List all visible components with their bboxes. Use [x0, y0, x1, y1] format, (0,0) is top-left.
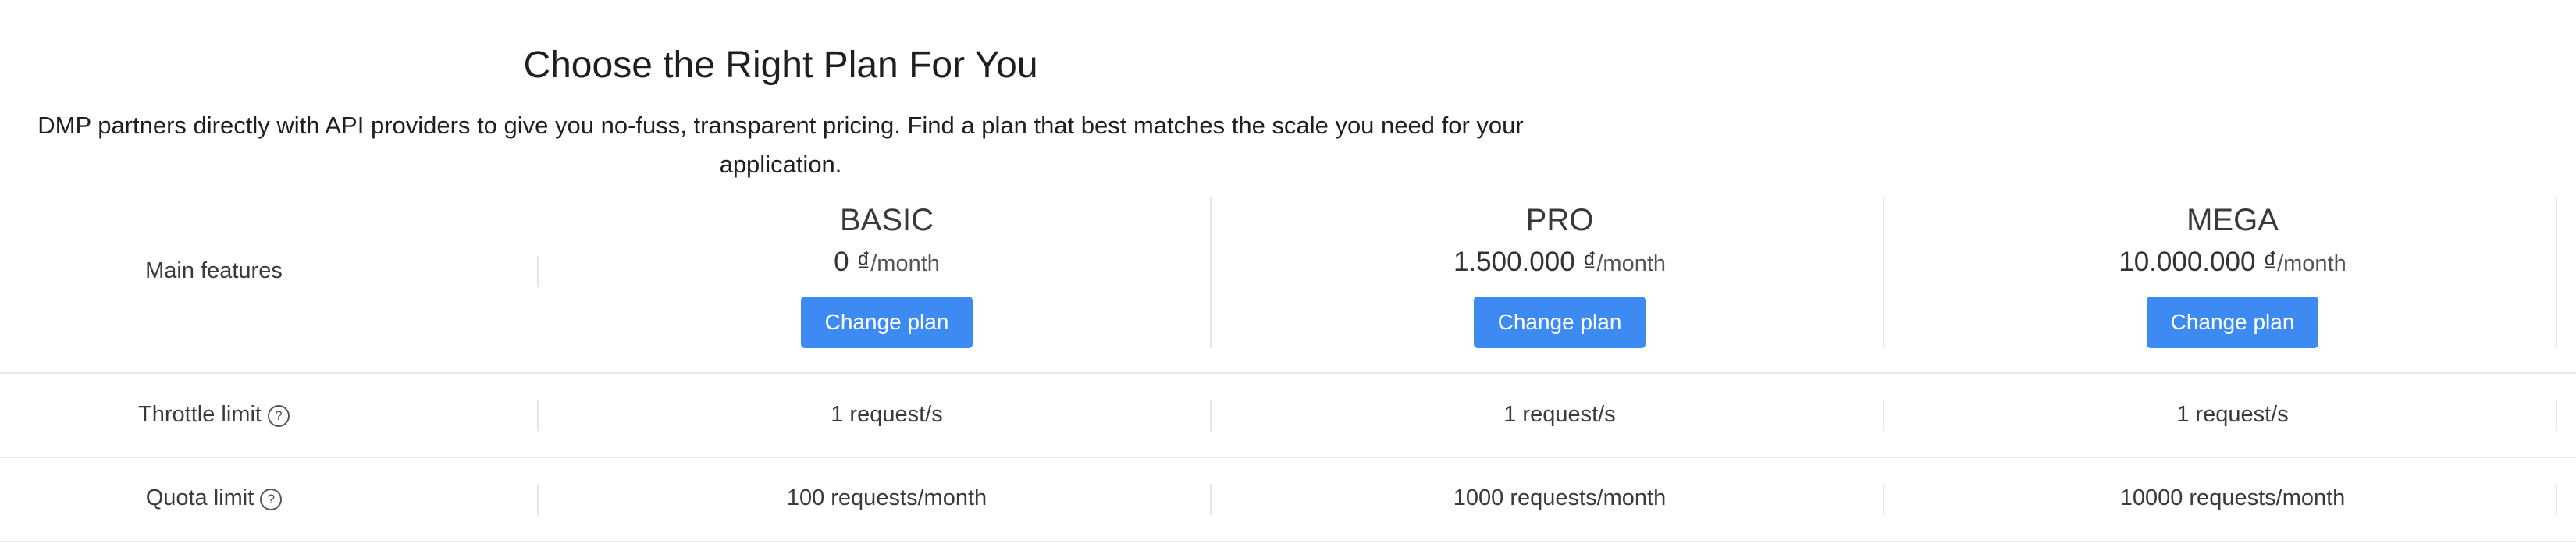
help-icon[interactable]: ?	[260, 489, 283, 510]
throttle-value-mega: 1 request/s	[2176, 402, 2289, 427]
plan-mega: MEGA 10.000.000 ₫/month Change plan	[1897, 0, 2568, 359]
plan-name: MEGA	[2186, 203, 2279, 237]
throttle-value-pro: 1 request/s	[1503, 402, 1616, 427]
price-unit: /month	[1596, 251, 1667, 276]
plan-price: 10.000.000 ₫/month	[1897, 242, 2568, 284]
price-amount: 1.500.000 ₫	[1453, 247, 1597, 277]
plan-name: BASIC	[839, 203, 934, 237]
throttle-limit-label: Throttle limit	[138, 402, 262, 427]
help-icon[interactable]: ?	[267, 405, 290, 427]
quota-value-pro: 1000 requests/month	[1453, 485, 1667, 510]
plan-name: PRO	[1525, 203, 1594, 237]
row-divider	[0, 372, 2576, 374]
change-plan-button[interactable]: Change plan	[1474, 297, 1646, 348]
plan-basic: BASIC 0 ₫/month Change plan	[551, 0, 1222, 359]
throttle-value-basic: 1 request/s	[831, 402, 943, 427]
column-divider	[537, 400, 539, 431]
plan-price: 0 ₫/month	[551, 242, 1222, 284]
price-amount: 10.000.000 ₫	[2119, 247, 2278, 277]
quota-value-mega: 10000 requests/month	[2119, 485, 2346, 510]
column-divider	[537, 484, 539, 515]
price-unit: /month	[2277, 251, 2347, 276]
change-plan-button[interactable]: Change plan	[801, 297, 973, 348]
price-amount: 0 ₫	[834, 247, 871, 277]
throttle-limit-row-label: Throttle limit?	[0, 399, 428, 430]
change-plan-button[interactable]: Change plan	[2147, 297, 2318, 348]
quota-limit-row-label: Quota limit?	[0, 482, 428, 514]
plan-pro: PRO 1.500.000 ₫/month Change plan	[1224, 0, 1895, 359]
price-unit: /month	[870, 251, 940, 276]
quota-value-basic: 100 requests/month	[786, 485, 987, 510]
row-divider	[0, 541, 2576, 542]
row-divider	[0, 457, 2576, 458]
plan-price: 1.500.000 ₫/month	[1224, 242, 1895, 284]
quota-limit-label: Quota limit	[145, 485, 254, 510]
main-features-label: Main features	[145, 258, 283, 283]
column-divider	[537, 256, 539, 287]
